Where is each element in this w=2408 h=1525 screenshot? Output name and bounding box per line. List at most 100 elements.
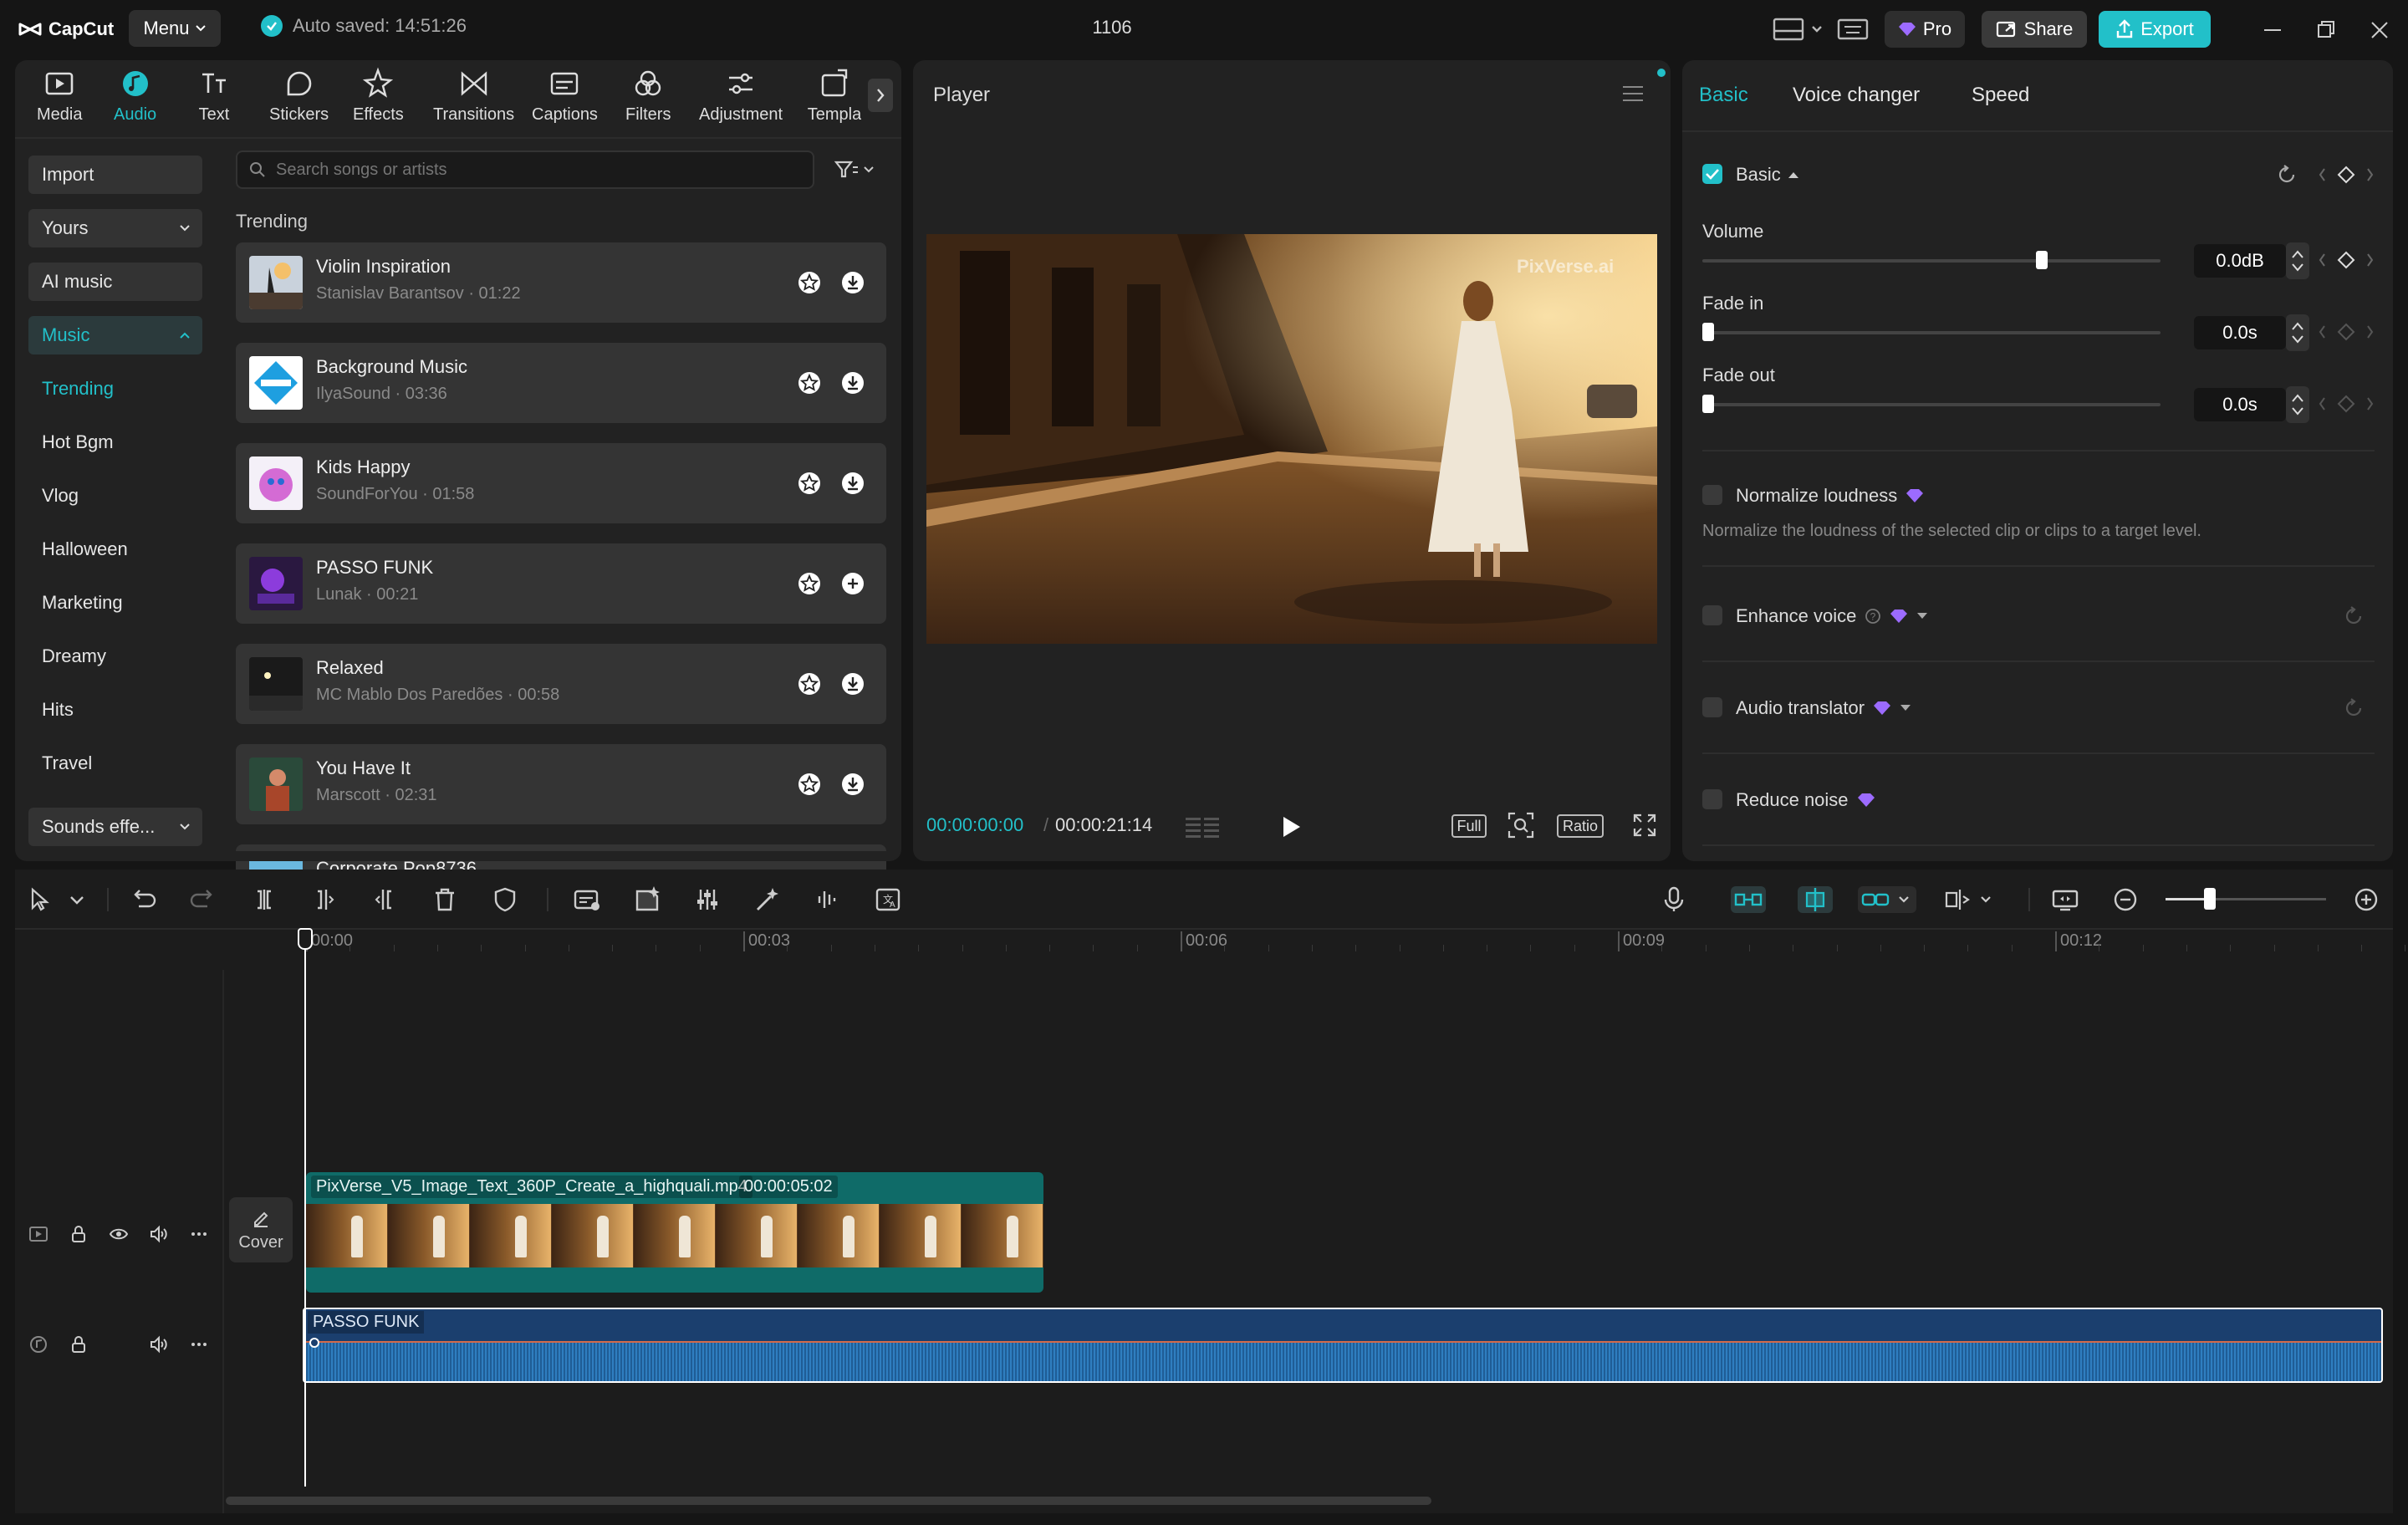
audio-translator-checkbox[interactable] [1702, 697, 1722, 717]
tab-media[interactable]: Media [37, 67, 82, 125]
reset-basic-button[interactable] [2276, 164, 2298, 186]
favorite-button[interactable] [796, 771, 823, 798]
layout-button[interactable] [1773, 17, 1826, 42]
tab-transitions[interactable]: Transitions [433, 67, 514, 125]
song-item[interactable]: Background Music IlyaSound · 03:36 [236, 343, 886, 423]
mute-video-track-button[interactable] [149, 1224, 169, 1244]
auto-snap-button[interactable] [1798, 886, 1833, 913]
lock-audio-track-button[interactable] [69, 1334, 89, 1354]
fit-timeline-button[interactable] [2050, 885, 2080, 915]
auto-captions-button[interactable] [572, 885, 602, 915]
pro-button[interactable]: Pro [1885, 11, 1965, 48]
music-category-trending[interactable]: Trending [28, 370, 202, 408]
select-tool-button[interactable] [25, 885, 55, 915]
tab-basic[interactable]: Basic [1699, 84, 1748, 107]
music-category-vlog[interactable]: Vlog [28, 477, 202, 515]
fade-out-slider-knob[interactable] [1702, 395, 1714, 413]
reset-translator-button[interactable] [2343, 697, 2365, 719]
volume-line[interactable] [304, 1341, 2381, 1343]
keyboard-shortcuts-button[interactable] [1836, 17, 1870, 42]
tab-stickers[interactable]: Stickers [269, 67, 329, 125]
basic-checkbox[interactable] [1702, 164, 1722, 184]
keyframe-nav-fade-out[interactable] [2318, 395, 2375, 413]
playhead-handle[interactable] [298, 928, 313, 950]
video-track-more-button[interactable] [189, 1224, 209, 1244]
normalize-checkbox[interactable] [1702, 485, 1722, 505]
music-category-dreamy[interactable]: Dreamy [28, 637, 202, 676]
cover-button[interactable]: Cover [229, 1197, 293, 1262]
fade-out-value-field[interactable]: 0.0s [2194, 388, 2286, 421]
mark-button[interactable] [490, 885, 520, 915]
keyframe-nav-fade-in[interactable] [2318, 323, 2375, 341]
volume-stepper[interactable] [2286, 242, 2309, 279]
toolbar-scroll-right[interactable] [868, 79, 893, 112]
minimize-button[interactable] [2261, 18, 2284, 42]
lock-video-track-button[interactable] [69, 1224, 89, 1244]
fade-in-slider-track[interactable] [1702, 331, 2161, 334]
hide-video-track-button[interactable] [109, 1224, 129, 1244]
maximize-button[interactable] [2314, 18, 2338, 42]
favorite-button[interactable] [796, 370, 823, 396]
favorite-button[interactable] [796, 570, 823, 597]
download-button[interactable] [839, 370, 866, 396]
record-voiceover-button[interactable] [1659, 885, 1689, 915]
ratio-button[interactable]: Ratio [1557, 814, 1604, 838]
mute-audio-track-button[interactable] [149, 1334, 169, 1354]
enhance-voice-header[interactable]: Enhance voice ? [1736, 605, 1928, 627]
song-item[interactable]: You Have It Marscott · 02:31 [236, 744, 886, 824]
fade-out-stepper[interactable] [2286, 386, 2309, 423]
player-menu-button[interactable] [1620, 84, 1645, 104]
volume-slider-knob[interactable] [2035, 251, 2048, 269]
filter-button[interactable] [833, 157, 880, 182]
song-item[interactable]: Violin Inspiration Stanislav Barantsov · … [236, 242, 886, 323]
song-item[interactable]: PASSO FUNK Lunak · 00:21 [236, 543, 886, 624]
full-quality-button[interactable]: Full [1451, 814, 1487, 838]
playhead-line[interactable] [304, 928, 306, 1487]
zoom-slider-knob[interactable] [2204, 888, 2216, 910]
search-input[interactable] [276, 160, 778, 180]
ai-effects-button[interactable] [752, 885, 783, 915]
zoom-out-button[interactable] [2110, 885, 2140, 915]
keyframe-nav-basic[interactable] [2318, 166, 2375, 184]
download-button[interactable] [839, 269, 866, 296]
project-title[interactable]: 1106 [1079, 17, 1145, 38]
zoom-in-button[interactable] [2351, 885, 2381, 915]
volume-value-field[interactable]: 0.0dB [2194, 244, 2286, 278]
audio-meter-button[interactable] [1184, 813, 1221, 841]
ai-sticker-button[interactable] [632, 885, 662, 915]
play-button[interactable] [1279, 814, 1303, 839]
music-category-travel[interactable]: Travel [28, 744, 202, 783]
music-dropdown[interactable]: Music [28, 316, 202, 354]
fade-out-slider-track[interactable] [1702, 403, 2161, 406]
timeline-horizontal-scrollbar[interactable] [226, 1497, 1431, 1505]
audio-track-more-button[interactable] [189, 1334, 209, 1354]
menu-button[interactable]: Menu [129, 10, 221, 47]
export-button[interactable]: Export [2099, 11, 2211, 48]
reset-enhance-button[interactable] [2343, 605, 2365, 627]
tab-audio[interactable]: Audio [114, 67, 156, 125]
ai-music-button[interactable]: AI music [28, 263, 202, 301]
tab-filters[interactable]: Filters [625, 67, 671, 125]
translate-button[interactable]: 文A [873, 885, 903, 915]
tab-speed[interactable]: Speed [1972, 84, 2029, 107]
favorite-button[interactable] [796, 470, 823, 497]
fade-in-slider-knob[interactable] [1702, 323, 1714, 341]
add-to-track-button[interactable] [839, 570, 866, 597]
fullscreen-button[interactable] [1632, 813, 1657, 838]
audio-split-button[interactable] [813, 885, 843, 915]
undo-button[interactable] [127, 885, 157, 915]
yours-dropdown[interactable]: Yours [28, 209, 202, 247]
sound-effects-dropdown[interactable]: Sounds effe... [28, 808, 202, 846]
favorite-button[interactable] [796, 671, 823, 697]
tab-captions[interactable]: Captions [532, 67, 598, 125]
music-category-halloween[interactable]: Halloween [28, 530, 202, 569]
video-preview[interactable]: PixVerse.ai [926, 234, 1657, 644]
fade-in-stepper[interactable] [2286, 314, 2309, 351]
music-category-marketing[interactable]: Marketing [28, 584, 202, 622]
split-left-button[interactable] [309, 885, 339, 915]
adjust-button[interactable] [692, 885, 722, 915]
music-category-hot-bgm[interactable]: Hot Bgm [28, 423, 202, 462]
close-window-button[interactable] [2368, 18, 2391, 42]
audio-clip[interactable]: PASSO FUNK [303, 1308, 2383, 1383]
reduce-noise-checkbox[interactable] [1702, 789, 1722, 809]
